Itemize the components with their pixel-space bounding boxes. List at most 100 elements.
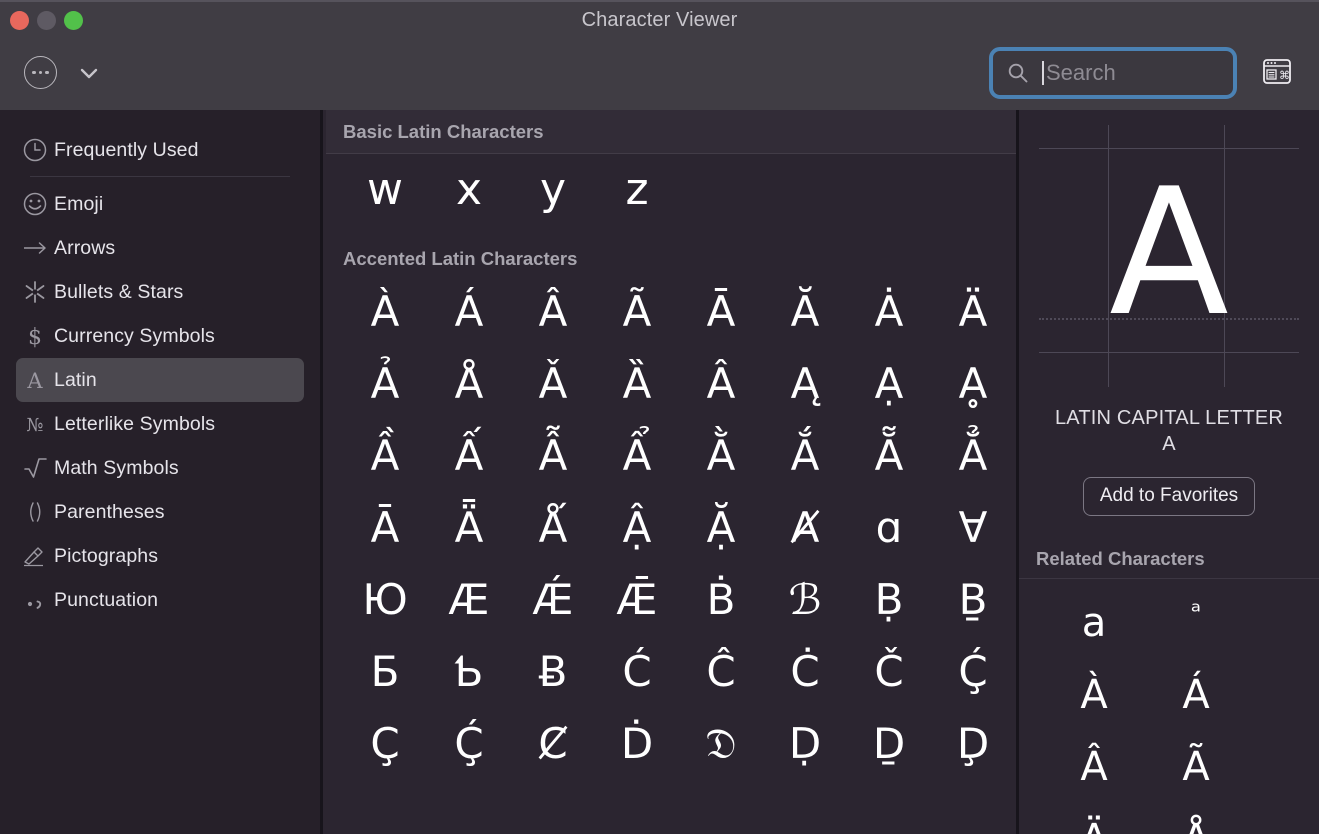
sidebar-item-arrows[interactable]: Arrows [16, 226, 304, 270]
character-cell[interactable]: Ḁ [931, 348, 1015, 420]
sidebar-item-frequently-used[interactable]: Frequently Used [16, 128, 304, 172]
comma-icon [16, 587, 54, 613]
sidebar-item-punctuation[interactable]: Punctuation [16, 578, 304, 622]
sidebar-item-math-symbols[interactable]: Math Symbols [16, 446, 304, 490]
character-cell[interactable]: Ḑ [931, 708, 1015, 780]
chevron-down-icon[interactable] [78, 62, 100, 84]
category-sidebar[interactable]: Frequently Used Emoji Arrows Bullets & Star… [0, 110, 323, 834]
character-cell[interactable]: Ǻ [511, 492, 595, 564]
character-cell[interactable]: Č [847, 636, 931, 708]
related-character-cell[interactable]: Ä [1043, 803, 1145, 834]
character-grid[interactable]: Basic Latin Characters w x y z Accented Latin… [326, 110, 1016, 834]
character-cell[interactable]: Á [427, 276, 511, 348]
character-cell[interactable]: Ǟ [427, 492, 511, 564]
character-cell[interactable]: Ặ [679, 492, 763, 564]
character-cell[interactable]: Ḏ [847, 708, 931, 780]
character-cell[interactable]: w [343, 154, 427, 226]
character-cell[interactable]: Ḉ [427, 708, 511, 780]
letter-a-icon: A [16, 367, 54, 393]
related-characters-grid[interactable]: aᵃÀÁÂÃÄÅà [1019, 579, 1319, 834]
add-to-favorites-button[interactable]: Add to Favorites [1082, 477, 1256, 517]
character-cell[interactable]: Ą [763, 348, 847, 420]
sidebar-item-letterlike-symbols[interactable]: № Letterlike Symbols [16, 402, 304, 446]
character-cell[interactable]: Ã [595, 276, 679, 348]
character-cell[interactable]: À [343, 276, 427, 348]
sidebar-item-pictographs[interactable]: Pictographs [16, 534, 304, 578]
character-cell[interactable]: Ȼ [511, 708, 595, 780]
search-field[interactable] [989, 47, 1319, 99]
related-characters-header: Related Characters [1019, 548, 1319, 580]
character-cell[interactable]: Ȁ [595, 348, 679, 420]
character-cell[interactable]: Ḋ [595, 708, 679, 780]
character-cell[interactable]: x [427, 154, 511, 226]
character-cell[interactable]: Ǣ [595, 564, 679, 636]
character-cell[interactable]: Ā [343, 492, 427, 564]
svg-text:⌘: ⌘ [1279, 69, 1290, 82]
character-cell[interactable]: Ầ [343, 420, 427, 492]
character-cell[interactable]: Â [511, 276, 595, 348]
more-options-button[interactable] [24, 56, 57, 89]
character-cell[interactable]: Ả [343, 348, 427, 420]
character-cell[interactable]: Ƅ [427, 636, 511, 708]
character-cell[interactable]: Â [679, 348, 763, 420]
character-cell[interactable]: Ǎ [511, 348, 595, 420]
character-cell[interactable]: Ẳ [931, 420, 1015, 492]
character-cell[interactable]: Ć [595, 636, 679, 708]
character-cell[interactable]: Ȧ [847, 276, 931, 348]
related-character-cell[interactable]: ᵃ [1145, 587, 1247, 659]
character-cell[interactable]: ∀ [931, 492, 1015, 564]
sidebar-item-parentheses[interactable]: Parentheses [16, 490, 304, 534]
sidebar-item-emoji[interactable]: Emoji [16, 182, 304, 226]
character-row: wxyz [326, 154, 1016, 226]
character-cell[interactable]: Ẵ [847, 420, 931, 492]
character-cell[interactable]: Æ [427, 564, 511, 636]
character-cell[interactable]: Ẩ [595, 420, 679, 492]
character-cell[interactable]: Ạ [847, 348, 931, 420]
related-character-cell[interactable]: a [1043, 587, 1145, 659]
grid-section-header: Basic Latin Characters [326, 110, 1016, 154]
character-cell[interactable]: Ấ [427, 420, 511, 492]
character-cell[interactable]: Ā [679, 276, 763, 348]
related-character-cell[interactable]: À [1043, 659, 1145, 731]
character-cell[interactable]: Ä [931, 276, 1015, 348]
sidebar-item-label: Emoji [54, 192, 104, 215]
character-cell[interactable]: ℬ [763, 564, 847, 636]
character-cell[interactable]: 𝔇 [679, 708, 763, 780]
character-cell[interactable]: Ă [763, 276, 847, 348]
character-cell[interactable]: z [595, 154, 679, 226]
character-cell[interactable]: Ю [343, 564, 427, 636]
arrow-right-icon [16, 237, 54, 259]
sidebar-item-label: Latin [54, 368, 97, 391]
sidebar-item-label: Currency Symbols [54, 324, 215, 347]
character-cell[interactable]: y [511, 154, 595, 226]
character-cell[interactable]: Ⱥ [763, 492, 847, 564]
related-character-cell[interactable]: Â [1043, 731, 1145, 803]
character-row: ÇḈȻḊ𝔇ḌḎḐ [326, 708, 1016, 780]
sidebar-item-currency-symbols[interactable]: $ Currency Symbols [16, 314, 304, 358]
radical-icon [16, 455, 54, 481]
character-cell[interactable]: Ḇ [931, 564, 1015, 636]
character-cell[interactable]: Ẫ [511, 420, 595, 492]
character-cell[interactable]: Ĉ [679, 636, 763, 708]
character-cell[interactable]: ɑ [847, 492, 931, 564]
related-character-cell[interactable]: Å [1145, 803, 1247, 834]
character-cell[interactable]: Ǽ [511, 564, 595, 636]
character-cell[interactable]: Ḍ [763, 708, 847, 780]
character-cell[interactable]: Ƀ [511, 636, 595, 708]
related-character-cell[interactable]: Á [1145, 659, 1247, 731]
sidebar-item-bullets-stars[interactable]: Bullets & Stars [16, 270, 304, 314]
character-cell[interactable]: Ḃ [679, 564, 763, 636]
sidebar-item-latin[interactable]: A Latin [16, 358, 304, 402]
character-cell[interactable]: Ḉ [931, 636, 1015, 708]
character-cell[interactable]: Ç [343, 708, 427, 780]
character-cell[interactable]: Б [343, 636, 427, 708]
preview-glyph: A [1109, 151, 1229, 355]
related-character-cell[interactable]: Ã [1145, 731, 1247, 803]
character-cell[interactable]: Ċ [763, 636, 847, 708]
character-cell[interactable]: Ậ [595, 492, 679, 564]
character-cell[interactable]: Ằ [679, 420, 763, 492]
character-cell[interactable]: Ḅ [847, 564, 931, 636]
character-cell[interactable]: Å [427, 348, 511, 420]
character-cell[interactable]: Ắ [763, 420, 847, 492]
input-panel-icon[interactable]: ⌘ [1263, 59, 1291, 84]
